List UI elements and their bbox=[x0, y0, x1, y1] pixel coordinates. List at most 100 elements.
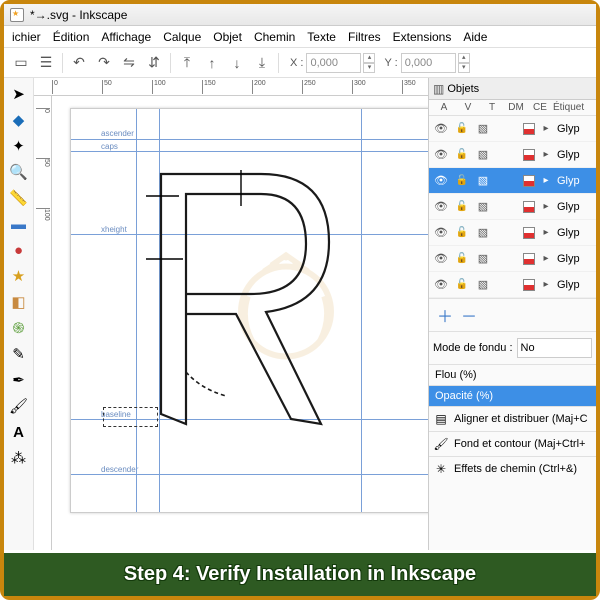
calligraphy-tool-icon[interactable]: 🖌 bbox=[7, 394, 31, 418]
x-input[interactable] bbox=[306, 53, 361, 73]
ruler-tick: 200 bbox=[252, 80, 266, 94]
lock-icon[interactable] bbox=[452, 223, 472, 243]
node-tool-icon[interactable]: ◆ bbox=[7, 108, 31, 132]
y-input[interactable] bbox=[401, 53, 456, 73]
expand-icon[interactable] bbox=[536, 171, 556, 191]
expand-icon[interactable] bbox=[536, 249, 556, 269]
menu-path[interactable]: Chemin bbox=[250, 28, 299, 46]
tweak-tool-icon[interactable]: ✦ bbox=[7, 134, 31, 158]
expand-icon[interactable] bbox=[536, 197, 556, 217]
path-effects-button[interactable]: ✳ Effets de chemin (Ctrl+&) bbox=[429, 456, 596, 481]
flip-h-icon[interactable]: ⇋ bbox=[118, 52, 140, 74]
color-swatch[interactable] bbox=[523, 279, 535, 291]
color-swatch[interactable] bbox=[523, 253, 535, 265]
lock-icon[interactable] bbox=[452, 275, 472, 295]
ruler-horizontal: 0 50 100 150 200 250 300 350 bbox=[34, 78, 428, 96]
separator bbox=[62, 53, 63, 73]
color-swatch[interactable] bbox=[523, 175, 535, 187]
add-layer-icon[interactable]: ＋ bbox=[437, 303, 453, 327]
menu-text[interactable]: Texte bbox=[303, 28, 340, 46]
object-row[interactable]: Glyp bbox=[429, 116, 596, 142]
text-tool-icon[interactable]: A bbox=[7, 420, 31, 444]
expand-icon[interactable] bbox=[536, 275, 556, 295]
pencil-tool-icon[interactable]: ✎ bbox=[7, 342, 31, 366]
objects-list: GlypGlypGlypGlypGlypGlypGlyp bbox=[429, 116, 596, 298]
color-swatch[interactable] bbox=[523, 149, 535, 161]
ruler-tick: 100 bbox=[152, 80, 166, 94]
raise-top-icon[interactable]: ⤒ bbox=[176, 52, 198, 74]
color-swatch[interactable] bbox=[523, 123, 535, 135]
col-v: V bbox=[457, 102, 479, 113]
lower-bottom-icon[interactable]: ⤓ bbox=[251, 52, 273, 74]
rotate-cw-icon[interactable]: ↷ bbox=[93, 52, 115, 74]
col-t: T bbox=[481, 102, 503, 113]
guide-ascender[interactable] bbox=[71, 139, 428, 140]
visibility-icon[interactable] bbox=[431, 171, 451, 191]
menu-view[interactable]: Affichage bbox=[97, 28, 155, 46]
color-swatch[interactable] bbox=[523, 227, 535, 239]
visibility-icon[interactable] bbox=[431, 275, 451, 295]
expand-icon[interactable] bbox=[536, 145, 556, 165]
object-row[interactable]: Glyp bbox=[429, 246, 596, 272]
rotate-ccw-icon[interactable]: ↶ bbox=[68, 52, 90, 74]
rect-tool-icon[interactable]: ▬ bbox=[7, 212, 31, 236]
3dbox-tool-icon[interactable]: ◧ bbox=[7, 290, 31, 314]
object-name: Glyp bbox=[557, 201, 594, 213]
zoom-tool-icon[interactable]: 🔍 bbox=[7, 160, 31, 184]
visibility-icon[interactable] bbox=[431, 197, 451, 217]
visibility-icon[interactable] bbox=[431, 249, 451, 269]
lower-icon[interactable]: ↓ bbox=[226, 52, 248, 74]
type-icon bbox=[473, 249, 493, 269]
object-row[interactable]: Glyp bbox=[429, 194, 596, 220]
guide-descender[interactable] bbox=[71, 474, 428, 475]
color-swatch[interactable] bbox=[523, 201, 535, 213]
spiral-tool-icon[interactable]: ֍ bbox=[7, 316, 31, 340]
layer-icon[interactable]: ▭ bbox=[10, 52, 32, 74]
col-dm: DM bbox=[505, 102, 527, 113]
menu-layer[interactable]: Calque bbox=[159, 28, 205, 46]
ellipse-tool-icon[interactable]: ● bbox=[7, 238, 31, 262]
lock-icon[interactable] bbox=[452, 197, 472, 217]
glyph-path[interactable] bbox=[131, 164, 371, 444]
visibility-icon[interactable] bbox=[431, 119, 451, 139]
blend-mode-row: Mode de fondu : No bbox=[429, 331, 596, 364]
lock-icon[interactable] bbox=[452, 171, 472, 191]
object-row[interactable]: Glyp bbox=[429, 168, 596, 194]
menu-extensions[interactable]: Extensions bbox=[389, 28, 456, 46]
select-all-layers-icon[interactable]: ☰ bbox=[35, 52, 57, 74]
menu-edit[interactable]: Édition bbox=[49, 28, 94, 46]
menu-file[interactable]: ichier bbox=[8, 28, 45, 46]
blend-mode-select[interactable]: No bbox=[517, 338, 592, 358]
menu-help[interactable]: Aide bbox=[459, 28, 491, 46]
lock-icon[interactable] bbox=[452, 119, 472, 139]
object-name: Glyp bbox=[557, 175, 594, 187]
object-row[interactable]: Glyp bbox=[429, 220, 596, 246]
visibility-icon[interactable] bbox=[431, 145, 451, 165]
opacity-row[interactable]: Opacité (%) bbox=[429, 385, 596, 406]
y-spinner[interactable]: ▴▾ bbox=[458, 53, 470, 73]
align-distribute-button[interactable]: ▤ Aligner et distribuer (Maj+C bbox=[429, 406, 596, 431]
object-row[interactable]: Glyp bbox=[429, 272, 596, 298]
object-row[interactable]: Glyp bbox=[429, 142, 596, 168]
visibility-icon[interactable] bbox=[431, 223, 451, 243]
remove-layer-icon[interactable]: － bbox=[461, 303, 477, 327]
expand-icon[interactable] bbox=[536, 119, 556, 139]
raise-icon[interactable]: ↑ bbox=[201, 52, 223, 74]
measure-tool-icon[interactable]: 📏 bbox=[7, 186, 31, 210]
selector-tool-icon[interactable]: ➤ bbox=[7, 82, 31, 106]
menu-filters[interactable]: Filtres bbox=[344, 28, 385, 46]
type-icon bbox=[473, 197, 493, 217]
lock-icon[interactable] bbox=[452, 249, 472, 269]
menu-object[interactable]: Objet bbox=[209, 28, 246, 46]
canvas[interactable]: ascender caps xheight baseline descender bbox=[52, 96, 428, 550]
lock-icon[interactable] bbox=[452, 145, 472, 165]
flip-v-icon[interactable]: ⇵ bbox=[143, 52, 165, 74]
guide-caps[interactable] bbox=[71, 151, 428, 152]
x-spinner[interactable]: ▴▾ bbox=[363, 53, 375, 73]
pen-tool-icon[interactable]: ✒ bbox=[7, 368, 31, 392]
fill-stroke-button[interactable]: 🖌 Fond et contour (Maj+Ctrl+ bbox=[429, 431, 596, 456]
blur-row[interactable]: Flou (%) bbox=[429, 364, 596, 385]
expand-icon[interactable] bbox=[536, 223, 556, 243]
star-tool-icon[interactable]: ★ bbox=[7, 264, 31, 288]
spray-tool-icon[interactable]: ⁂ bbox=[7, 446, 31, 470]
